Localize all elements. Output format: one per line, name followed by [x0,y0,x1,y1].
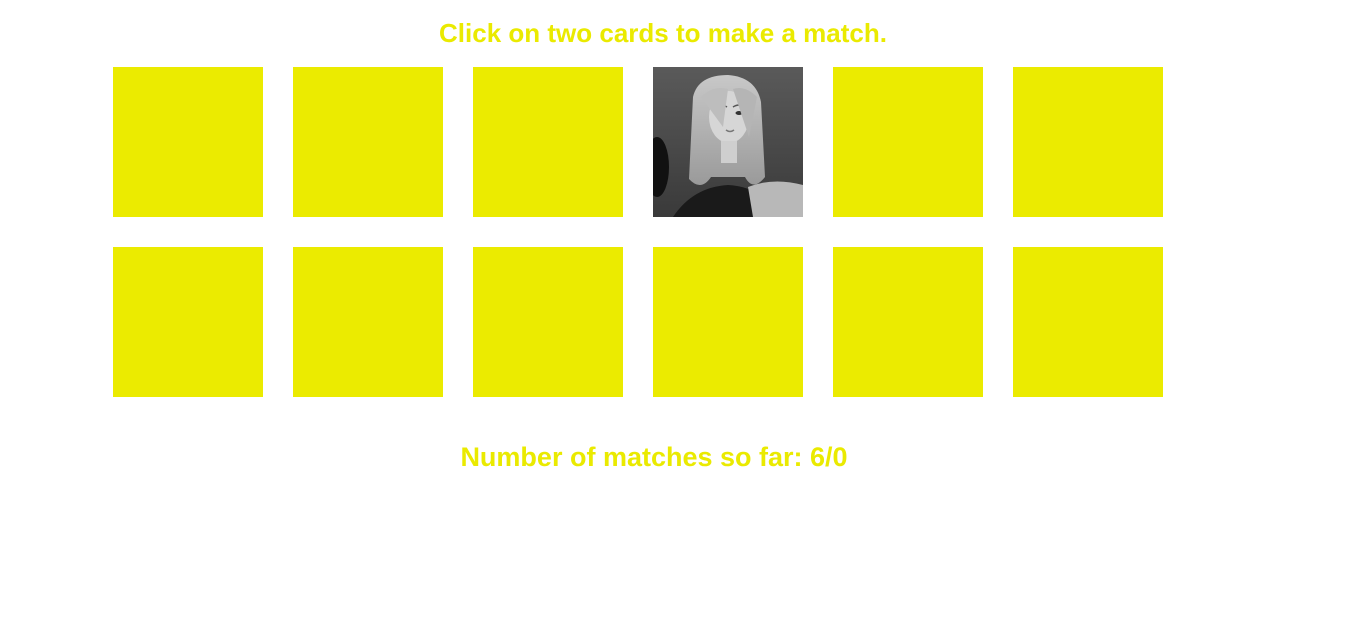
card-5[interactable] [833,67,983,217]
match-counter: Number of matches so far: 6/0 [460,442,848,472]
card-11[interactable] [833,247,983,397]
card-6[interactable] [1013,67,1163,217]
card-4-face-up[interactable] [653,67,803,217]
card-3[interactable] [473,67,623,217]
card-9[interactable] [473,247,623,397]
card-10[interactable] [653,247,803,397]
card-2[interactable] [293,67,443,217]
card-1[interactable] [113,67,263,217]
card-7[interactable] [113,247,263,397]
portrait-photo [653,67,803,217]
card-grid [113,67,1163,397]
instructions-heading: Click on two cards to make a match. [439,18,887,48]
card-12[interactable] [1013,247,1163,397]
card-8[interactable] [293,247,443,397]
